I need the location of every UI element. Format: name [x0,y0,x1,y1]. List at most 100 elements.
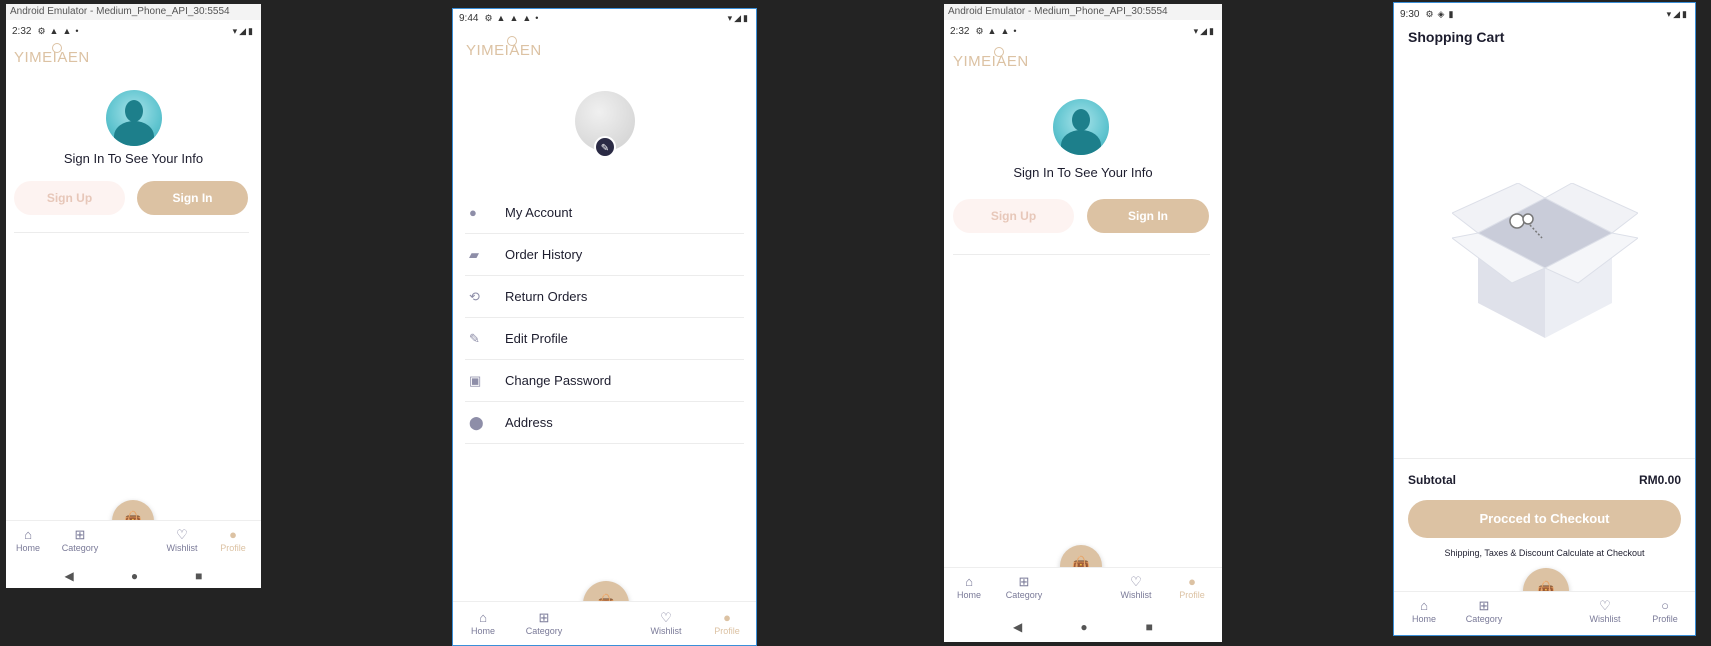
menu-edit-profile[interactable]: ✎ Edit Profile [465,318,744,360]
brand-logo: YIMEIAEN [14,43,90,66]
bottom-nav: ⌂ Home ⊞ Category ♡ Wishlist ○ Profile [1394,591,1695,635]
avatar-head-icon [1072,109,1090,131]
return-icon: ⟲ [469,288,480,304]
heart-icon: ♡ [1130,574,1142,589]
back-icon[interactable]: ◀ [1013,620,1022,634]
nav-profile-label: Profile [714,626,740,636]
grid-icon: ⊞ [538,610,550,625]
nav-home[interactable]: ⌂ Home [944,574,997,600]
status-bar: 9:30 ⚙◈▮ ▾◢▮ [1394,5,1695,23]
nav-home-label: Home [956,590,981,600]
signin-prompt: Sign In To See Your Info [63,151,204,166]
nav-wishlist[interactable]: ♡ Wishlist [1577,598,1633,624]
sign-in-button[interactable]: Sign In [137,181,248,215]
recents-icon[interactable]: ■ [195,569,202,583]
nav-category-label: Category [1465,614,1503,624]
status-time: 2:32 [12,25,32,37]
brand-logo-text: YIMEIAEN [14,49,90,66]
nav-category[interactable]: ⊞ Category [1456,598,1512,624]
profile-icon: ● [1188,574,1196,589]
bottom-nav: ⌂ Home ⊞ Category ♡ Wishlist ● Profile [453,601,756,645]
status-signal-icons: ▾◢▮ [1193,25,1216,36]
menu-change-password[interactable]: ▣ Change Password [465,360,744,402]
heart-icon: ♡ [660,610,672,625]
pencil-icon: ✎ [469,330,480,346]
nav-category[interactable]: ⊞ Category [516,610,572,636]
empty-box-illustration [1452,183,1638,338]
bottom-nav: ⌂ Home ⊞ Category ♡ Wishlist ● Profile [944,567,1222,613]
bottom-nav: ⌂ Home ⊞ Category ♡ Wishlist ● Profile [6,520,261,562]
nav-wishlist[interactable]: ♡ Wishlist [1108,574,1164,600]
nav-profile[interactable]: ● Profile [205,527,261,553]
profile-screen: 9:44 ⚙▲▲▲• ▾◢▮ YIMEIAEN ✎ ● My Account ▰… [452,8,757,646]
divider [953,254,1210,255]
sign-up-button[interactable]: Sign Up [14,181,125,215]
brand-logo-text: YIMEIAEN [466,42,542,59]
edit-avatar-button[interactable]: ✎ [594,136,616,158]
menu-address[interactable]: ⬤ Address [465,402,744,444]
nav-category[interactable]: ⊞ Category [52,527,108,553]
nav-profile[interactable]: ● Profile [1164,574,1220,600]
home-circle-icon[interactable]: ● [1080,620,1087,634]
home-icon: ⌂ [965,574,973,589]
home-icon: ⌂ [1420,598,1428,613]
nav-home-label: Home [470,626,495,636]
profile-icon: ○ [1661,598,1669,613]
heart-icon: ♡ [1599,598,1611,613]
brand-logo: YIMEIAEN [466,36,542,59]
menu-return-orders[interactable]: ⟲ Return Orders [465,276,744,318]
status-time: 2:32 [950,25,970,37]
nav-profile[interactable]: ○ Profile [1637,598,1693,624]
nav-home[interactable]: ⌂ Home [455,610,511,636]
nav-profile-label: Profile [1652,614,1678,624]
status-bar: 2:32 ⚙▲▲• ▾◢▮ [944,22,1222,40]
status-time: 9:44 [459,12,479,24]
checkout-button[interactable]: Procced to Checkout [1408,500,1681,538]
home-circle-icon[interactable]: ● [131,569,138,583]
grid-icon: ⊞ [74,527,86,542]
home-icon: ⌂ [24,527,32,542]
sign-up-button[interactable]: Sign Up [953,199,1074,233]
recents-icon[interactable]: ■ [1146,620,1153,634]
nav-home[interactable]: ⌂ Home [1396,598,1452,624]
nav-profile-label: Profile [220,543,246,553]
logo-ring-icon [994,47,1004,57]
nav-wishlist[interactable]: ♡ Wishlist [154,527,210,553]
status-notification-icons: ⚙▲▲▲• [484,12,543,23]
menu-label: My Account [505,205,573,220]
sign-in-button[interactable]: Sign In [1087,199,1209,233]
pencil-icon: ✎ [600,143,610,154]
menu-my-account[interactable]: ● My Account [465,192,744,234]
emulator-screen-2: Android Emulator - Medium_Phone_API_30:5… [944,4,1222,642]
status-signal-icons: ▾◢▮ [727,12,750,23]
status-signal-icons: ▾◢▮ [1666,8,1689,19]
shipping-note: Shipping, Taxes & Discount Calculate at … [1444,548,1645,558]
menu-label: Edit Profile [505,331,568,346]
status-bar: 9:44 ⚙▲▲▲• ▾◢▮ [453,9,756,27]
home-icon: ⌂ [479,610,487,625]
guest-avatar [106,90,162,146]
grid-icon: ⊞ [1018,574,1030,589]
status-notification-icons: ⚙◈▮ [1425,8,1458,19]
key-icon: ▣ [469,372,482,388]
menu-order-history[interactable]: ▰ Order History [465,234,744,276]
nav-wishlist-label: Wishlist [166,543,198,553]
page-title: Shopping Cart [1408,29,1505,45]
signin-prompt: Sign In To See Your Info [1013,165,1153,180]
menu-label: Change Password [505,373,612,388]
window-title: Android Emulator - Medium_Phone_API_30:5… [6,4,261,20]
logo-ring-icon [507,36,517,46]
location-icon: ⬤ [469,414,484,430]
system-nav-bar: ◀ ● ■ [6,564,261,588]
nav-home[interactable]: ⌂ Home [6,527,56,553]
back-icon[interactable]: ◀ [65,569,74,583]
menu-label: Order History [505,247,583,262]
nav-wishlist[interactable]: ♡ Wishlist [638,610,694,636]
nav-category[interactable]: ⊞ Category [996,574,1052,600]
nav-wishlist-label: Wishlist [650,626,682,636]
guest-avatar [1053,99,1109,155]
subtotal-label: Subtotal [1408,473,1456,487]
subtotal-row: Subtotal RM0.00 [1408,473,1681,487]
avatar-body-icon [1061,130,1101,155]
nav-profile[interactable]: ● Profile [699,610,755,636]
